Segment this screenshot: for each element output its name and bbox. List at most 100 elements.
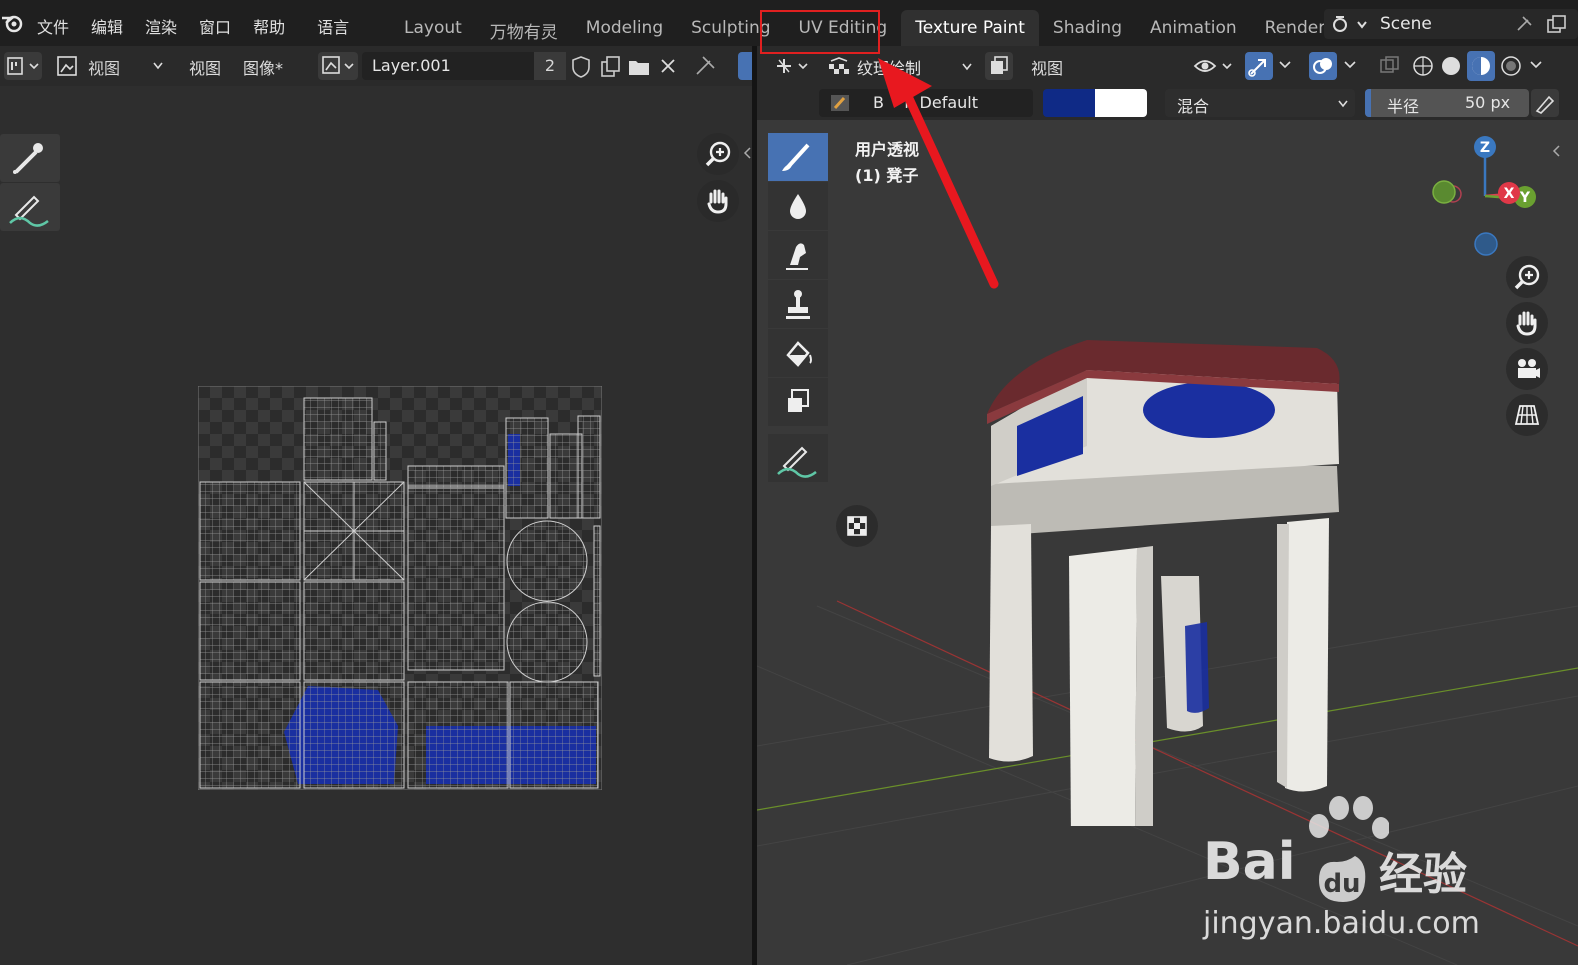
clone-tool[interactable] [768, 280, 828, 328]
chevron-down-icon[interactable] [1343, 59, 1357, 71]
new-scene-icon[interactable] [1546, 14, 1568, 34]
image-menu[interactable]: 图像* [243, 55, 283, 79]
image-mode-icon [57, 56, 77, 76]
smear-finger-icon [786, 243, 808, 270]
tab-modeling[interactable]: Modeling [572, 10, 677, 46]
baidu-du-icon: du [1319, 856, 1366, 902]
texture-slots-button[interactable] [836, 505, 878, 547]
visibility-icon[interactable] [1193, 54, 1237, 78]
material-preview-shading[interactable] [1467, 51, 1495, 81]
gizmo-x-label: X [1504, 186, 1515, 202]
collapse-sidebar-icon[interactable] [742, 146, 752, 160]
pen-pressure-icon [1535, 95, 1555, 114]
uv-layout-canvas[interactable] [198, 386, 602, 790]
image-editor-header: 视图 视图 图像* Layer.001 2 [0, 46, 752, 86]
annotate-pen-icon [9, 195, 49, 227]
navigation-gizmo[interactable]: Z Y X [1425, 134, 1545, 264]
rendered-shading-icon[interactable] [1499, 54, 1523, 78]
camera-icon [1518, 359, 1540, 378]
tab-shading[interactable]: Shading [1039, 10, 1136, 46]
tab-layout[interactable]: Layout [390, 10, 476, 46]
baidu-watermark: Bai du 经验 jingyan.baidu.com [1203, 796, 1503, 956]
primary-color-swatch[interactable] [1043, 89, 1095, 117]
image-users-count[interactable]: 2 [534, 52, 566, 80]
sync-toggle[interactable] [738, 52, 752, 80]
radius-slider[interactable]: 半径 50 px [1365, 89, 1529, 117]
image-editor: 视图 视图 图像* Layer.001 2 [0, 46, 752, 965]
chevron-down-icon [153, 62, 163, 70]
secondary-color-swatch[interactable] [1095, 89, 1147, 117]
pin-icon[interactable] [692, 53, 718, 79]
menu-help[interactable]: 帮助 [242, 14, 296, 38]
fake-user-shield-icon[interactable] [568, 54, 594, 80]
annotate-tool[interactable] [768, 434, 828, 482]
xray-icon[interactable] [1377, 54, 1403, 78]
stool-model[interactable] [977, 326, 1397, 826]
blender-logo-icon[interactable] [0, 10, 26, 36]
camera-view-button[interactable] [1506, 348, 1548, 390]
pan-button[interactable] [1506, 302, 1548, 344]
wireframe-shading-icon[interactable] [1411, 54, 1435, 78]
soften-tool[interactable] [768, 182, 828, 230]
menu-render[interactable]: 渲染 [134, 14, 188, 38]
scene-name: Scene [1380, 14, 1432, 34]
fill-tool[interactable] [768, 329, 828, 377]
image-browse-icon [322, 56, 354, 74]
solid-shading-icon[interactable] [1439, 54, 1463, 78]
drop-icon [790, 194, 806, 219]
editor-type-button[interactable] [771, 52, 815, 80]
gizmo-z-label: Z [1480, 140, 1490, 156]
tab-wanwuyouling[interactable]: 万物有灵 [476, 10, 572, 46]
toggle-perspective-button[interactable] [1506, 394, 1548, 436]
watermark-brand-suffix: 经验 [1379, 849, 1467, 900]
collapse-sidebar-icon[interactable] [1551, 144, 1561, 158]
gizmo-toggle[interactable] [1245, 52, 1273, 80]
chevron-down-icon[interactable] [1278, 59, 1292, 71]
brush-icon [782, 143, 810, 171]
browse-image-button[interactable] [318, 52, 358, 80]
shading-modes [1407, 51, 1527, 81]
material-shading-icon [1472, 57, 1490, 75]
annotate-tool[interactable] [0, 183, 60, 231]
mask-tool[interactable] [768, 378, 828, 426]
zoom-button[interactable] [1506, 256, 1548, 298]
watermark-brand: Bai [1203, 832, 1296, 892]
blend-mode-dropdown[interactable]: 混合 [1165, 89, 1355, 117]
main-menu: 文件 编辑 渲染 窗口 帮助 语言 [26, 14, 360, 38]
annotate-pen-icon [777, 446, 817, 478]
chevron-down-icon [1338, 100, 1348, 108]
close-icon[interactable] [656, 54, 680, 78]
overlay-icon [1313, 58, 1332, 74]
draw-tool[interactable] [768, 133, 828, 181]
menu-edit[interactable]: 编辑 [80, 14, 134, 38]
brush-thumbnail-icon [831, 95, 849, 111]
scene-icon [1333, 16, 1367, 32]
scene-selector[interactable]: Scene [1324, 9, 1578, 39]
tab-animation[interactable]: Animation [1136, 10, 1251, 46]
menu-window[interactable]: 窗口 [188, 14, 242, 38]
3d-view-icon [777, 59, 808, 73]
mode-view-dropdown[interactable]: 视图 [50, 52, 172, 80]
open-folder-icon[interactable] [626, 54, 652, 80]
menu-file[interactable]: 文件 [26, 14, 80, 38]
red-arrow-annotation [878, 58, 999, 289]
chevron-down-icon[interactable] [1529, 59, 1543, 71]
duplicate-image-icon[interactable] [598, 54, 624, 80]
image-name-field[interactable]: Layer.001 [362, 52, 534, 80]
pan-button[interactable] [697, 180, 739, 222]
bucket-icon [786, 341, 812, 367]
pin-icon[interactable] [1514, 14, 1534, 34]
smear-tool[interactable] [768, 231, 828, 279]
view-menu[interactable]: 视图 [189, 55, 221, 79]
viewport-view-menu[interactable]: 视图 [1031, 55, 1063, 79]
eyedropper-tool[interactable] [0, 134, 60, 182]
overlay-toggle[interactable] [1309, 52, 1337, 80]
pressure-toggle[interactable] [1531, 89, 1559, 117]
eyedropper-icon [13, 143, 43, 174]
texture-paint-mode-icon [829, 57, 849, 74]
zoom-button[interactable] [697, 133, 739, 175]
blend-mode-label: 混合 [1177, 97, 1210, 116]
radius-label: 半径 [1387, 97, 1420, 116]
menu-language[interactable]: 语言 [306, 14, 360, 38]
editor-type-button[interactable] [4, 52, 42, 80]
